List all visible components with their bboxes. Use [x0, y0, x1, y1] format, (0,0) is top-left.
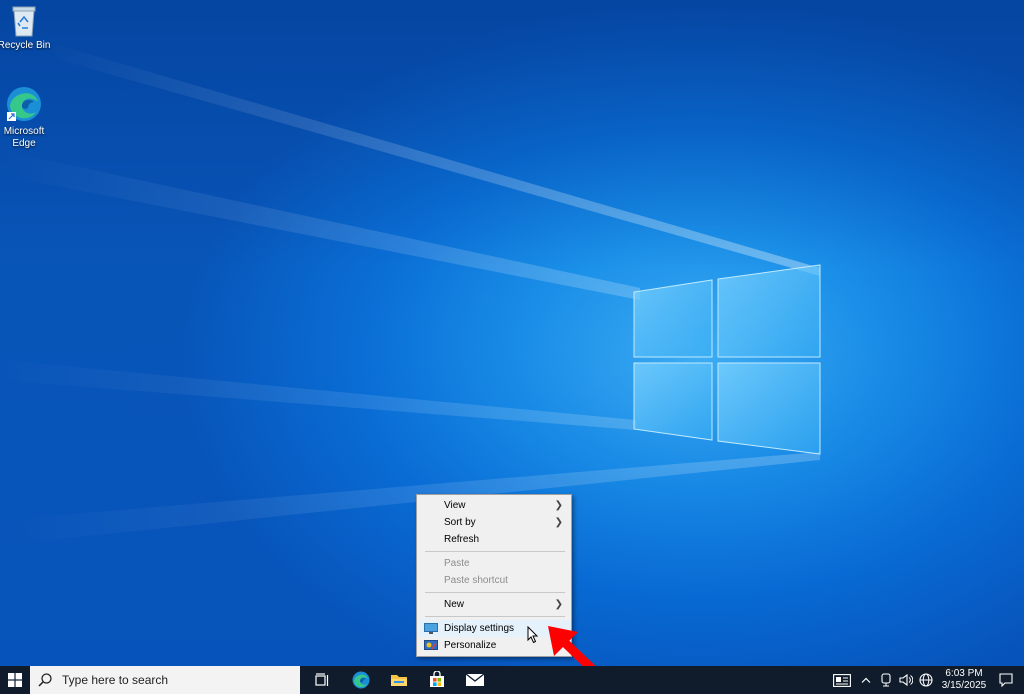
chevron-up-icon	[861, 677, 871, 683]
desktop-icon-recycle-bin[interactable]: Recycle Bin	[0, 4, 54, 52]
menu-item-label: Refresh	[444, 534, 480, 545]
network-icon	[919, 673, 933, 687]
meet-now-button[interactable]	[876, 666, 896, 694]
menu-item-label: Paste shortcut	[444, 575, 508, 586]
menu-item-view[interactable]: View ❯	[417, 497, 571, 514]
task-view-icon	[315, 673, 329, 686]
volume-button[interactable]	[896, 666, 916, 694]
menu-item-label: Sort by	[444, 517, 476, 528]
chevron-right-icon: ❯	[554, 500, 563, 511]
menu-item-paste: Paste	[417, 555, 571, 572]
notification-icon	[999, 673, 1013, 687]
windows-logo	[633, 264, 821, 455]
menu-separator	[425, 551, 565, 552]
recycle-bin-icon	[12, 6, 36, 37]
edge-label-line1: Microsoft	[3, 126, 45, 137]
menu-item-sort-by[interactable]: Sort by ❯	[417, 514, 571, 531]
edge-icon	[7, 87, 41, 121]
menu-item-label: Paste	[444, 558, 470, 569]
personalize-icon	[424, 640, 438, 650]
network-button[interactable]	[916, 666, 936, 694]
chevron-right-icon: ❯	[554, 517, 563, 528]
start-button[interactable]	[0, 666, 30, 694]
recycle-bin-label: Recycle Bin	[0, 40, 51, 51]
desktop-icon-microsoft-edge[interactable]: Microsoft Edge	[0, 84, 54, 150]
mail-icon	[465, 673, 485, 686]
taskbar-store-button[interactable]	[418, 666, 456, 694]
menu-item-refresh[interactable]: Refresh	[417, 531, 571, 548]
chevron-right-icon: ❯	[554, 599, 563, 610]
clock-time: 6:03 PM	[945, 668, 983, 679]
menu-separator	[425, 592, 565, 593]
clock-date: 3/15/2025	[941, 680, 987, 691]
edge-label-line2: Edge	[12, 138, 36, 149]
menu-item-new[interactable]: New ❯	[417, 596, 571, 613]
taskbar: Type here to search 6:03 PM 3/15/2025	[0, 666, 1024, 694]
search-placeholder: Type here to search	[62, 673, 169, 687]
taskbar-clock[interactable]: 6:03 PM 3/15/2025	[940, 668, 988, 692]
menu-item-label: View	[444, 500, 466, 511]
show-hidden-icons-button[interactable]	[856, 666, 876, 694]
task-view-button[interactable]	[304, 666, 342, 694]
edge-icon	[352, 671, 370, 689]
taskbar-file-explorer-button[interactable]	[380, 666, 418, 694]
taskbar-edge-button[interactable]	[342, 666, 380, 694]
news-button[interactable]	[828, 666, 856, 694]
windows-start-icon	[8, 673, 22, 687]
volume-icon	[899, 674, 913, 686]
menu-item-paste-shortcut: Paste shortcut	[417, 572, 571, 589]
search-icon	[38, 673, 52, 687]
store-icon	[430, 671, 444, 687]
file-explorer-icon	[391, 675, 407, 686]
meet-icon	[881, 673, 891, 687]
mouse-pointer-icon	[527, 626, 539, 644]
menu-item-label: Personalize	[444, 640, 497, 651]
system-tray: 6:03 PM 3/15/2025	[828, 666, 1024, 694]
news-icon	[833, 673, 851, 687]
display-settings-icon	[424, 623, 438, 634]
taskbar-search-box[interactable]: Type here to search	[30, 666, 300, 694]
menu-item-label: New	[444, 599, 465, 610]
action-center-button[interactable]	[988, 666, 1024, 694]
menu-item-label: Display settings	[444, 623, 515, 634]
taskbar-mail-button[interactable]	[456, 666, 494, 694]
menu-separator	[425, 616, 565, 617]
